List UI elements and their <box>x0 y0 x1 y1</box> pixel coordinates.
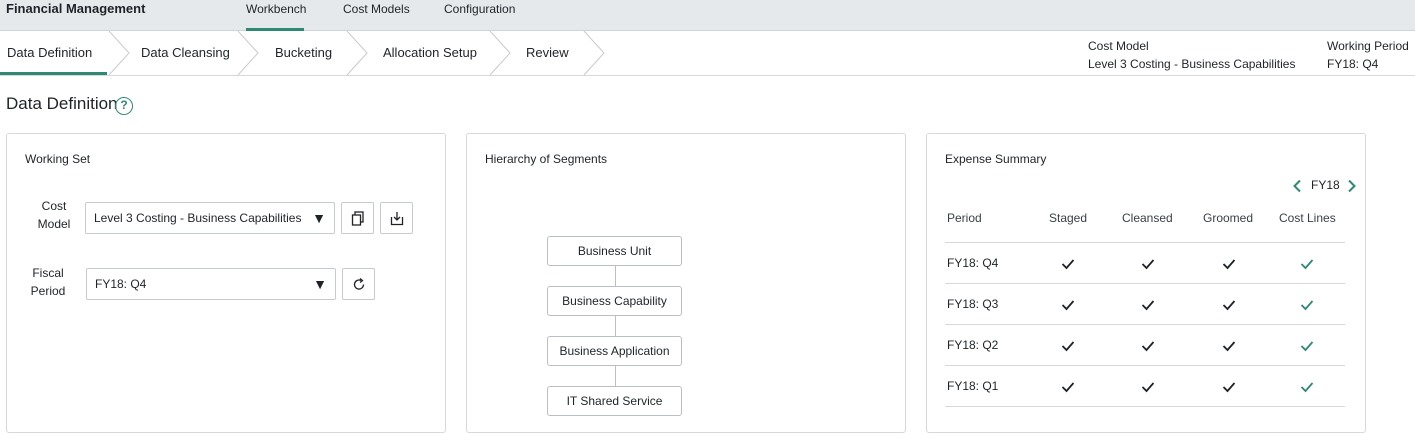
segment-node-it-shared-service[interactable]: IT Shared Service <box>547 386 682 416</box>
row-period: FY18: Q2 <box>947 338 999 352</box>
header-period: Period <box>947 211 982 225</box>
fiscal-period-label-line1: Fiscal <box>32 266 64 280</box>
segment-node-business-capability[interactable]: Business Capability <box>547 286 682 316</box>
dropdown-arrow-icon: ▼ <box>313 276 327 292</box>
check-icon <box>1300 259 1314 270</box>
working-period-info: Working Period FY18: Q4 <box>1327 37 1409 73</box>
check-icon <box>1300 341 1314 352</box>
step-separator-icon <box>346 31 368 75</box>
check-icon <box>1061 341 1075 352</box>
check-icon <box>1141 300 1155 311</box>
help-icon[interactable]: ? <box>115 97 133 115</box>
fiscal-period-select[interactable]: FY18: Q4 ▼ <box>86 268 336 300</box>
cost-model-select-value: Level 3 Costing - Business Capabilities <box>94 211 302 225</box>
copy-button[interactable] <box>341 202 374 234</box>
tab-workbench[interactable]: Workbench <box>246 2 306 31</box>
check-icon <box>1141 382 1155 393</box>
step-separator-icon <box>583 31 605 75</box>
fiscal-period-label-line2: Period <box>30 284 66 298</box>
refresh-icon <box>353 278 365 290</box>
hierarchy-title: Hierarchy of Segments <box>485 152 608 166</box>
expense-summary-title: Expense Summary <box>945 152 1047 166</box>
download-icon <box>390 212 404 226</box>
segment-connector <box>615 266 616 286</box>
check-icon <box>1141 341 1155 352</box>
row-period: FY18: Q4 <box>947 256 999 270</box>
dropdown-arrow-icon: ▼ <box>312 210 326 226</box>
refresh-button[interactable] <box>342 268 375 300</box>
check-icon <box>1222 341 1236 352</box>
row-period: FY18: Q1 <box>947 379 999 393</box>
step-bucketing[interactable]: Bucketing <box>275 31 332 75</box>
check-icon <box>1300 300 1314 311</box>
check-icon <box>1141 259 1155 270</box>
working-set-card: Working Set Cost Model Level 3 Costing -… <box>6 133 446 433</box>
top-nav-bar: Financial Management Workbench Cost Mode… <box>0 0 1415 31</box>
step-data-cleansing[interactable]: Data Cleansing <box>141 31 230 75</box>
row-divider <box>945 406 1345 407</box>
chevron-left-icon[interactable] <box>1291 179 1303 193</box>
check-icon <box>1222 259 1236 270</box>
cost-model-info-value: Level 3 Costing - Business Capabilities <box>1088 57 1296 71</box>
import-button[interactable] <box>380 202 413 234</box>
segment-connector <box>615 366 616 386</box>
step-review[interactable]: Review <box>526 31 569 75</box>
workflow-steps: Data Definition Data Cleansing Bucketing… <box>0 31 1415 76</box>
cost-model-info: Cost Model Level 3 Costing - Business Ca… <box>1088 37 1295 73</box>
segment-node-business-unit[interactable]: Business Unit <box>547 236 682 266</box>
check-icon <box>1222 300 1236 311</box>
row-period: FY18: Q3 <box>947 297 999 311</box>
step-allocation-setup[interactable]: Allocation Setup <box>383 31 477 75</box>
working-set-title: Working Set <box>25 152 91 166</box>
step-separator-icon <box>108 31 130 75</box>
row-divider <box>945 324 1345 325</box>
tab-configuration[interactable]: Configuration <box>444 2 515 31</box>
segment-connector <box>615 316 616 336</box>
cost-model-label-line2: Model <box>37 217 71 231</box>
row-divider <box>945 242 1345 243</box>
check-icon <box>1222 382 1236 393</box>
segment-node-business-application[interactable]: Business Application <box>547 336 682 366</box>
working-period-info-label: Working Period <box>1327 39 1409 53</box>
step-separator-icon <box>237 31 259 75</box>
cost-model-label-line1: Cost <box>41 199 67 213</box>
header-cost-lines: Cost Lines <box>1279 211 1336 225</box>
check-icon <box>1061 259 1075 270</box>
header-groomed: Groomed <box>1203 211 1254 225</box>
check-icon <box>1061 382 1075 393</box>
tab-cost-models[interactable]: Cost Models <box>343 2 410 31</box>
row-divider <box>945 283 1345 284</box>
cost-model-select[interactable]: Level 3 Costing - Business Capabilities … <box>85 202 335 234</box>
app-title: Financial Management <box>6 1 146 16</box>
header-staged: Staged <box>1049 211 1088 225</box>
copy-icon <box>351 211 364 226</box>
fiscal-period-select-value: FY18: Q4 <box>95 277 147 291</box>
row-divider <box>945 365 1345 366</box>
check-icon <box>1300 382 1314 393</box>
expense-summary-card: Expense Summary FY18 Period Staged Clean… <box>926 133 1366 433</box>
chevron-right-icon[interactable] <box>1346 179 1358 193</box>
cost-model-info-label: Cost Model <box>1088 39 1149 53</box>
step-data-definition[interactable]: Data Definition <box>0 31 107 75</box>
check-icon <box>1061 300 1075 311</box>
cost-model-label: Cost Model <box>31 197 77 233</box>
step-separator-icon <box>489 31 511 75</box>
hierarchy-card: Hierarchy of Segments Business Unit Busi… <box>466 133 906 433</box>
working-period-info-value: FY18: Q4 <box>1327 57 1379 71</box>
fiscal-year-label: FY18 <box>1311 178 1340 192</box>
fiscal-period-label: Fiscal Period <box>25 264 71 300</box>
header-cleansed: Cleansed <box>1122 211 1173 225</box>
page-title: Data Definition <box>6 94 118 113</box>
